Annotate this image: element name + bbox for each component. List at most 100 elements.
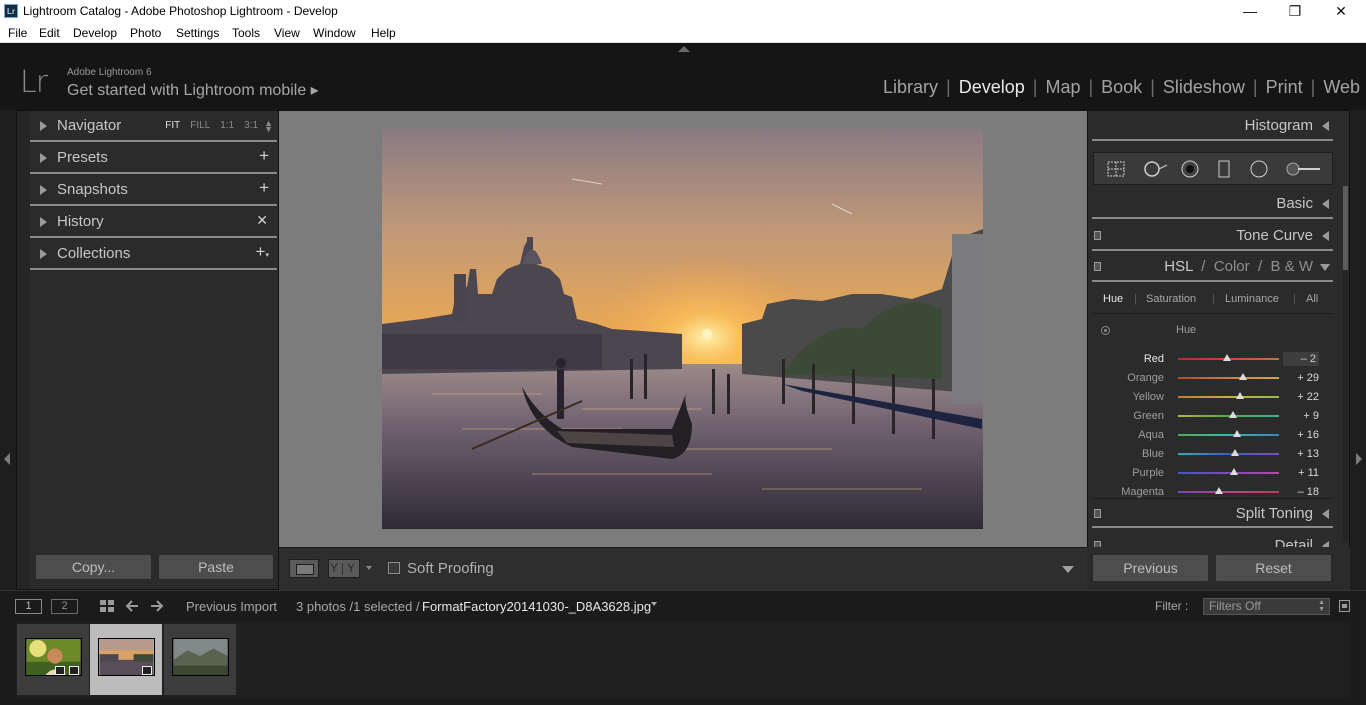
previous-button[interactable]: Previous (1092, 554, 1209, 582)
close-button[interactable]: ✕ (1318, 0, 1364, 23)
presets-header[interactable]: Presets + (30, 143, 277, 174)
red-eye-icon[interactable] (1180, 160, 1200, 178)
slider-thumb[interactable] (1223, 354, 1232, 361)
tone-curve-header[interactable]: Tone Curve (1092, 221, 1333, 251)
slider-track[interactable] (1178, 491, 1279, 493)
hsl-header[interactable]: HSL / Color / B & W (1092, 252, 1333, 282)
left-panel-edge[interactable] (0, 110, 16, 590)
add-preset-icon[interactable]: + (259, 146, 269, 166)
menu-edit[interactable]: Edit (39, 26, 60, 40)
slider-value[interactable]: + 29 (1283, 372, 1319, 384)
collections-header[interactable]: Collections +▾ (30, 239, 277, 270)
slider-track[interactable] (1178, 472, 1279, 474)
module-print[interactable]: Print (1258, 77, 1311, 98)
hue-slider-orange[interactable]: Orange + 29 (1092, 369, 1333, 388)
add-collection-icon[interactable]: +▾ (256, 242, 269, 262)
navigator-header[interactable]: Navigator FIT FILL 1:1 3:1 ▲ ▼ (30, 111, 277, 142)
panel-switch-icon[interactable] (1094, 509, 1101, 518)
filmstrip-thumbnail[interactable] (17, 624, 89, 695)
slider-thumb[interactable] (1215, 487, 1224, 494)
luminance-subtab[interactable]: Luminance (1225, 293, 1279, 305)
crop-overlay-icon[interactable] (1106, 160, 1126, 178)
zoom-stepper-icon[interactable]: ▲ ▼ (264, 119, 273, 134)
hue-slider-green[interactable]: Green + 9 (1092, 407, 1333, 426)
slider-value[interactable]: – 18 (1283, 486, 1319, 498)
slider-track[interactable] (1178, 377, 1279, 379)
slider-value[interactable]: + 13 (1283, 448, 1319, 460)
slider-track[interactable] (1178, 453, 1279, 455)
filmstrip-thumbnail-selected[interactable] (90, 624, 162, 695)
module-library[interactable]: Library (875, 77, 946, 98)
module-map[interactable]: Map (1037, 77, 1088, 98)
module-web[interactable]: Web (1315, 77, 1360, 98)
collapse-top-arrow-icon[interactable] (678, 46, 690, 52)
grid-view-icon[interactable] (99, 599, 115, 614)
before-after-button[interactable]: Y|Y (328, 559, 360, 578)
back-arrow-icon[interactable] (124, 599, 140, 614)
filename-dropdown-icon[interactable] (651, 602, 657, 606)
radial-filter-icon[interactable] (1249, 160, 1269, 178)
paste-button[interactable]: Paste (158, 554, 274, 580)
slider-value[interactable]: + 9 (1283, 410, 1319, 422)
toolbar-options-icon[interactable] (1062, 566, 1074, 573)
right-panel-edge[interactable] (1350, 110, 1366, 590)
menu-tools[interactable]: Tools (232, 26, 260, 40)
all-subtab[interactable]: All (1306, 293, 1318, 305)
collapse-left-arrow-icon[interactable] (4, 453, 10, 465)
spot-removal-icon[interactable] (1142, 160, 1168, 178)
forward-arrow-icon[interactable] (149, 599, 165, 614)
slider-thumb[interactable] (1231, 449, 1240, 456)
minimize-button[interactable]: — (1227, 0, 1273, 23)
hue-slider-yellow[interactable]: Yellow + 22 (1092, 388, 1333, 407)
right-panel-scrollbar[interactable] (1343, 186, 1348, 541)
slider-value[interactable]: + 11 (1283, 467, 1319, 479)
lightroom-mobile-link[interactable]: Get started with Lightroom mobile ▸ (67, 80, 319, 100)
slider-value[interactable]: – 2 (1283, 352, 1319, 366)
menu-file[interactable]: File (8, 26, 27, 40)
split-toning-header[interactable]: Split Toning (1092, 498, 1333, 528)
history-header[interactable]: History ✕ (30, 207, 277, 238)
filter-dropdown[interactable]: Filters Off ▲ ▼ (1203, 598, 1330, 615)
menu-help[interactable]: Help (371, 26, 396, 40)
menu-develop[interactable]: Develop (73, 26, 117, 40)
module-develop[interactable]: Develop (951, 77, 1033, 98)
module-book[interactable]: Book (1093, 77, 1150, 98)
slider-value[interactable]: + 16 (1283, 429, 1319, 441)
selected-filename[interactable]: FormatFactory20141030-_D8A3628.jpg (422, 599, 651, 614)
source-label[interactable]: Previous Import (186, 599, 277, 614)
graduated-filter-icon[interactable] (1214, 160, 1234, 178)
hue-slider-aqua[interactable]: Aqua + 16 (1092, 426, 1333, 445)
hue-subtab[interactable]: Hue (1103, 293, 1123, 305)
menu-window[interactable]: Window (313, 26, 356, 40)
menu-view[interactable]: View (274, 26, 300, 40)
loupe-view-button[interactable] (289, 559, 319, 578)
second-screen-button[interactable]: 2 (51, 599, 78, 614)
add-snapshot-icon[interactable]: + (259, 178, 269, 198)
menu-photo[interactable]: Photo (130, 26, 161, 40)
targeted-adjustment-icon[interactable] (1101, 326, 1110, 335)
filmstrip-thumbnail[interactable] (164, 624, 236, 695)
slider-thumb[interactable] (1230, 468, 1239, 475)
before-after-dropdown-icon[interactable] (366, 566, 372, 570)
soft-proofing-checkbox[interactable] (388, 562, 400, 574)
zoom-1-1[interactable]: 1:1 (220, 120, 234, 132)
main-screen-button[interactable]: 1 (15, 599, 42, 614)
zoom-3-1[interactable]: 3:1 (244, 120, 258, 132)
hue-slider-blue[interactable]: Blue + 13 (1092, 445, 1333, 464)
color-tab[interactable]: Color (1214, 258, 1250, 275)
zoom-fill[interactable]: FILL (190, 120, 210, 132)
filter-lock-icon[interactable] (1339, 600, 1350, 612)
slider-thumb[interactable] (1229, 411, 1238, 418)
slider-thumb[interactable] (1232, 430, 1241, 437)
saturation-subtab[interactable]: Saturation (1146, 293, 1196, 305)
adjustment-brush-icon[interactable] (1284, 160, 1324, 178)
image-canvas[interactable] (279, 110, 1087, 547)
main-photo-venice-gondola[interactable] (382, 129, 983, 529)
slider-thumb[interactable] (1235, 392, 1244, 399)
slider-thumb[interactable] (1239, 373, 1248, 380)
module-slideshow[interactable]: Slideshow (1155, 77, 1253, 98)
reset-button[interactable]: Reset (1215, 554, 1332, 582)
collapse-right-arrow-icon[interactable] (1356, 453, 1362, 465)
basic-header[interactable]: Basic (1092, 189, 1333, 219)
histogram-header[interactable]: Histogram (1092, 111, 1333, 141)
